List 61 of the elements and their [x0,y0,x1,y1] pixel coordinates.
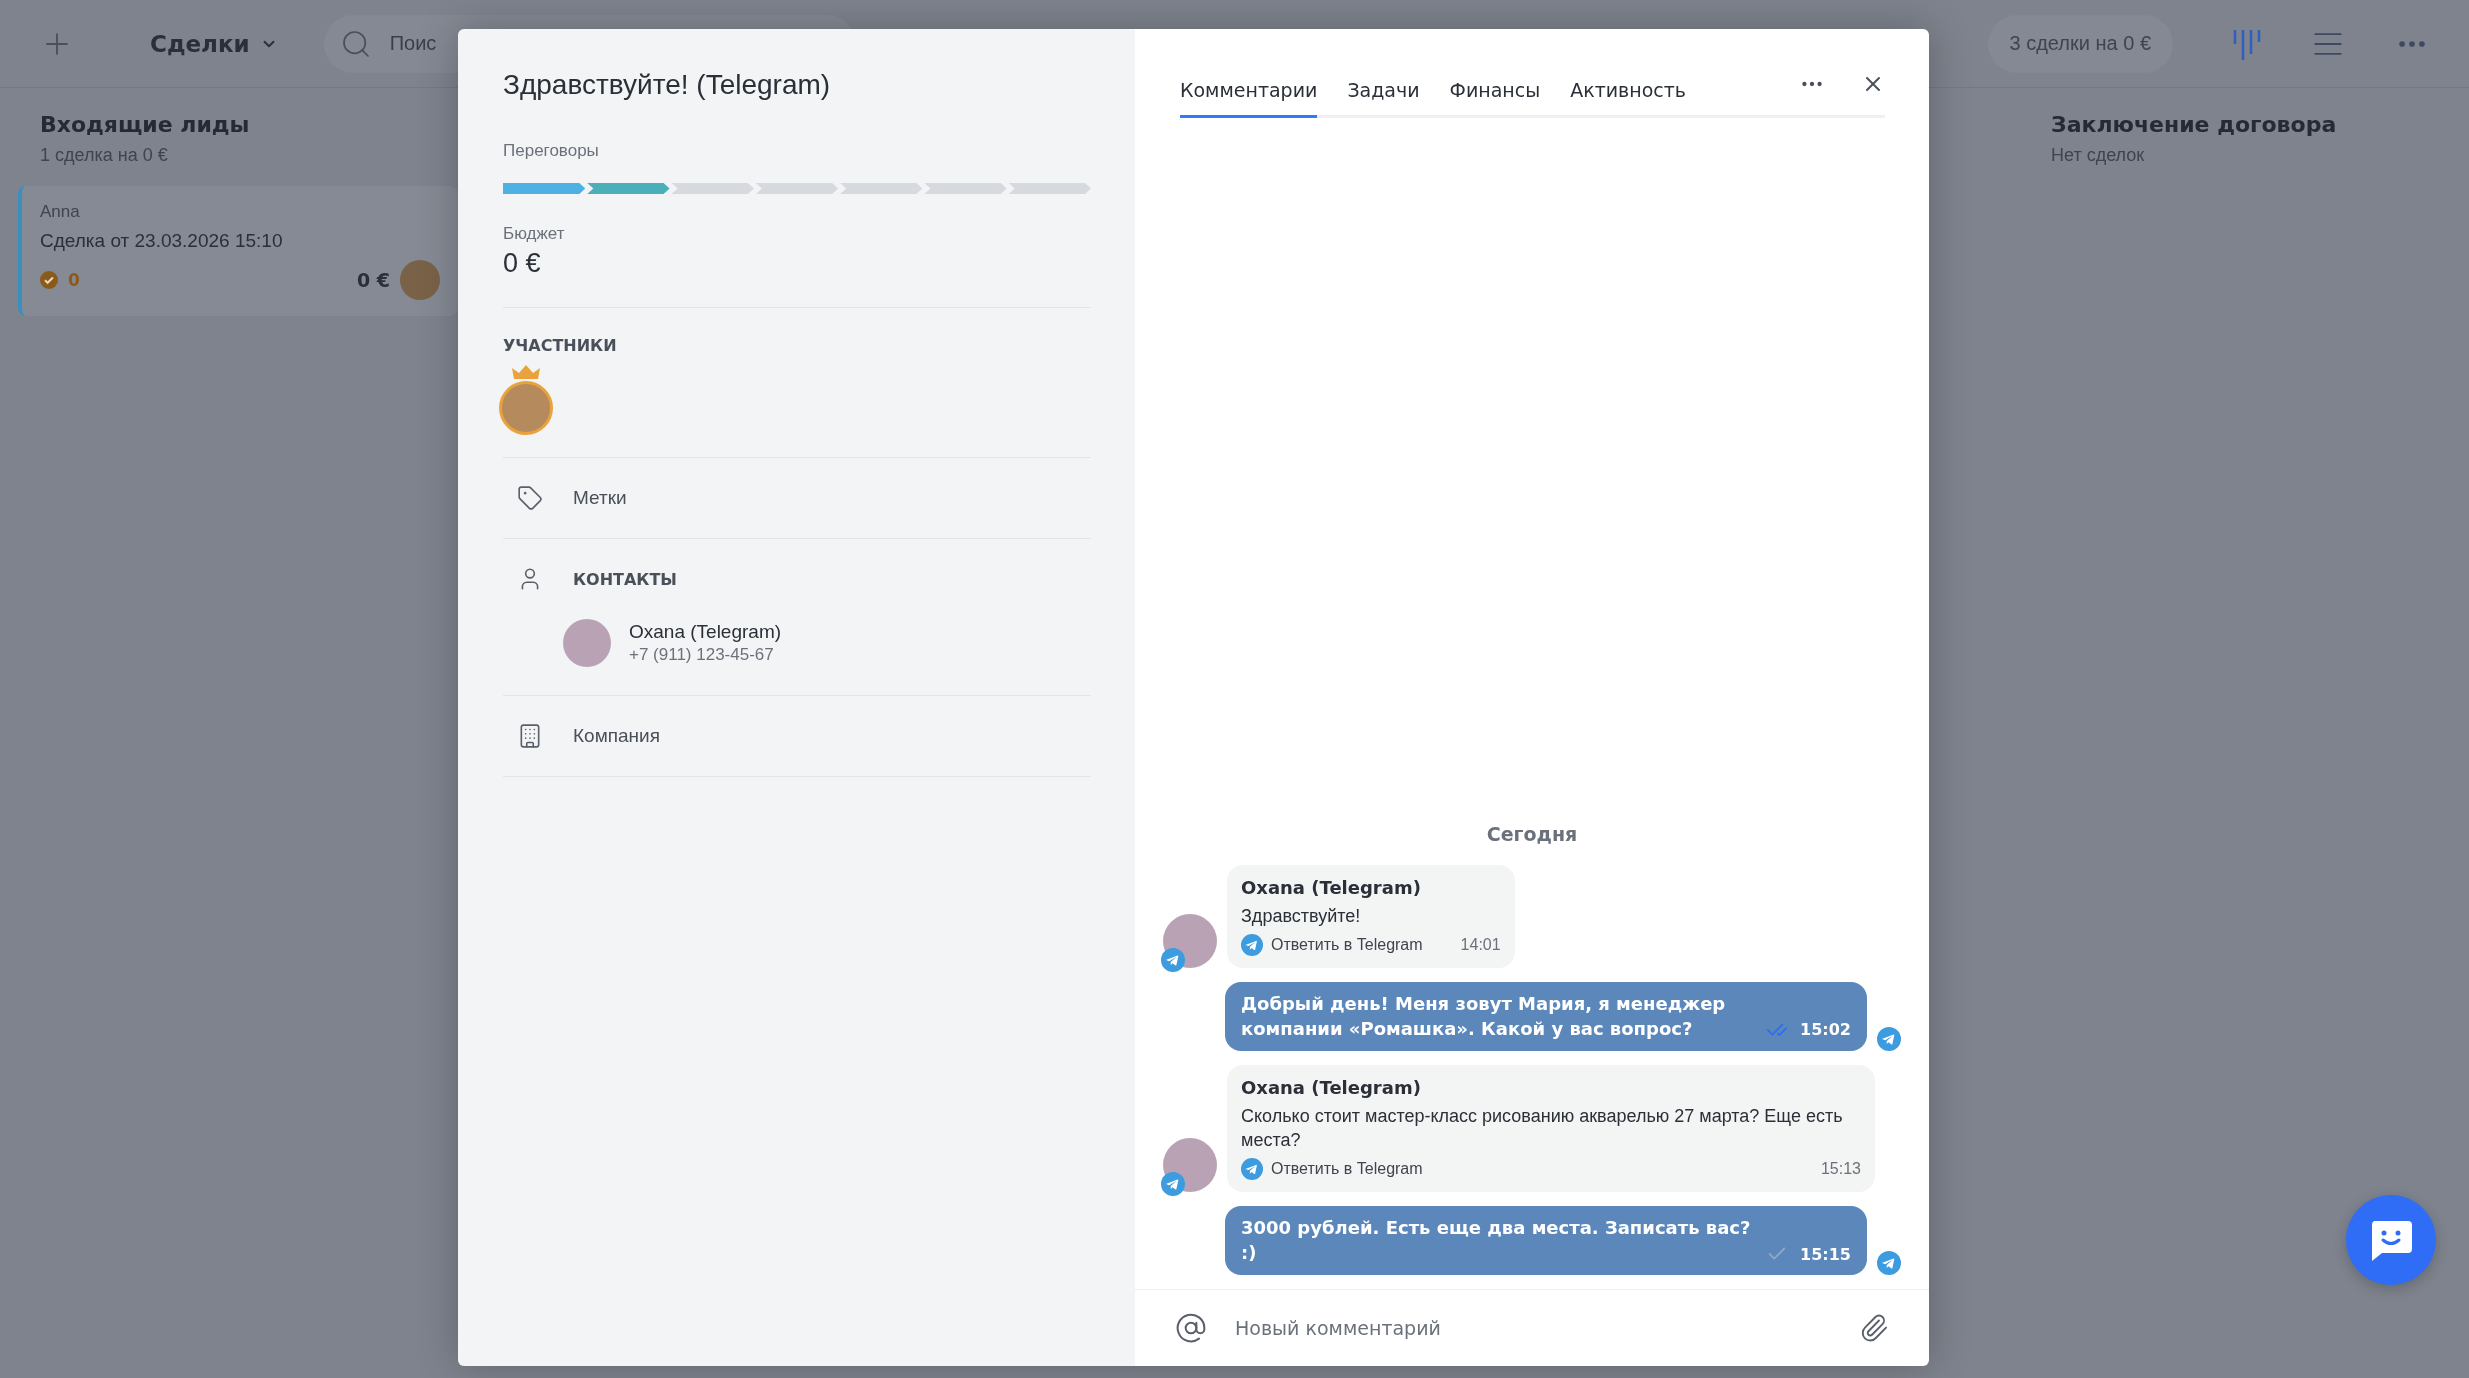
deal-title: Здравствуйте! (Telegram) [503,69,832,101]
message-text: Добрый день! Меня зовут Мария, я менеджер компании «Ромашка». Какой у вас вопрос? [1241,992,1727,1041]
card-amount: 0 € [356,269,390,291]
tab[interactable]: Активность [1570,79,1687,118]
contact-name[interactable]: Oxana (Telegram) [629,621,782,643]
contacts-label: КОНТАКТЫ [573,569,677,589]
stage-segment[interactable] [503,183,586,194]
message-text: Здравствуйте! [1241,904,1362,928]
reply-link[interactable]: Ответить в Telegram [1271,1160,1423,1179]
message-time: 14:01 [1459,936,1501,955]
telegram-icon [1161,948,1185,973]
card-contact: Anna [40,202,81,222]
stage-segment[interactable] [587,183,670,194]
deal-card[interactable]: Anna Сделка от 23.03.2026 15:10 0 0 € [18,186,458,316]
message-time: 15:15 [1800,1244,1851,1264]
message-text: 3000 рублей. Есть еще два места. Записать вас? :) [1241,1216,1752,1265]
reply-link[interactable]: Ответить в Telegram [1271,936,1423,955]
telegram-icon [1241,934,1263,957]
column-summary: Нет сделок [2051,145,2146,166]
participants-label: УЧАСТНИКИ [503,336,618,355]
message-time: 15:02 [1800,1020,1851,1040]
column-summary: 1 сделка на 0 € [40,145,169,166]
avatar-placeholder[interactable] [499,381,553,435]
budget-value: 0 € [503,248,542,279]
telegram-icon [1877,1026,1901,1051]
comment-input[interactable]: Новый комментарий [1233,1316,1833,1340]
telegram-icon [1877,1251,1901,1275]
stage-segment[interactable] [755,183,839,194]
task-count: 0 [68,270,80,290]
message-text: Сколько стоит мастер-класс рисованию акварелью 27 марта? Еще есть места? [1241,1104,1844,1153]
paperclip-icon[interactable] [1859,1313,1889,1343]
tag-icon [517,485,543,511]
column-title: Заключение договора [2051,112,2338,137]
stage-segment[interactable] [1008,183,1091,194]
tags-label[interactable]: Метки [573,487,627,509]
card-title: Сделка от 23.03.2026 15:10 [40,230,284,252]
date-separator: Сегодня [1486,822,1578,845]
check-circle-icon [40,271,58,289]
avatar-placeholder [563,619,611,667]
stage-label: Переговоры [503,141,600,161]
pipeline-view-icon[interactable] [2233,27,2261,60]
column-title: Входящие лиды [40,112,251,137]
message-author: Oxana (Telegram) [1241,1076,1422,1098]
budget-label: Бюджет [503,224,566,244]
telegram-icon [1161,1172,1185,1197]
deals-summary: 3 сделки на 0 € [1987,14,2173,73]
section-dropdown[interactable]: Сделки [144,29,284,58]
telegram-icon [1241,1158,1263,1181]
tab[interactable]: Финансы [1449,79,1541,118]
stage-segment[interactable] [671,183,754,194]
tab[interactable]: Задачи [1347,79,1420,118]
crown-icon [512,365,540,379]
message-author: Oxana (Telegram) [1241,876,1422,898]
tab[interactable]: Комментарии [1180,79,1318,118]
stage-segment[interactable] [924,183,1007,194]
mention-icon[interactable] [1175,1312,1207,1344]
contact-phone: +7 (911) 123-45-67 [629,645,775,665]
message-time: 15:13 [1819,1160,1861,1179]
company-label[interactable]: Компания [573,725,660,747]
avatar-placeholder [400,260,440,300]
stage-segment[interactable] [840,183,923,194]
